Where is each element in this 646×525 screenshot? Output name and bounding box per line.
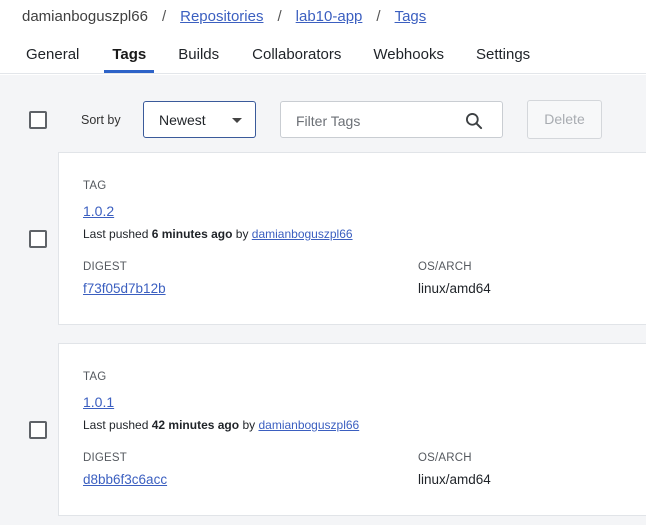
tab-general[interactable]: General bbox=[26, 36, 79, 74]
tab-collaborators[interactable]: Collaborators bbox=[252, 36, 341, 74]
sort-select[interactable]: Newest bbox=[143, 101, 256, 138]
breadcrumb-repo-link[interactable]: lab10-app bbox=[296, 8, 363, 25]
tag-column-label: TAG bbox=[83, 371, 107, 383]
last-pushed-info: Last pushed 42 minutes ago by damianbogu… bbox=[83, 418, 359, 432]
tab-builds[interactable]: Builds bbox=[178, 36, 219, 74]
chevron-down-icon bbox=[232, 118, 242, 123]
breadcrumb: damianboguszpl66 / Repositories / lab10-… bbox=[22, 6, 426, 26]
tag-name-link[interactable]: 1.0.1 bbox=[83, 394, 114, 410]
pushed-user-link[interactable]: damianboguszpl66 bbox=[252, 227, 353, 241]
sort-label: Sort by bbox=[81, 113, 121, 127]
digest-label: DIGEST bbox=[83, 452, 128, 464]
os-arch-value: linux/amd64 bbox=[418, 472, 491, 487]
pushed-time: 42 minutes ago bbox=[151, 418, 240, 432]
tab-bar: General Tags Builds Collaborators Webhoo… bbox=[0, 36, 646, 74]
tab-settings[interactable]: Settings bbox=[476, 36, 530, 74]
tab-tags[interactable]: Tags bbox=[104, 36, 155, 74]
breadcrumb-repositories-link[interactable]: Repositories bbox=[180, 8, 263, 25]
pushed-time: 6 minutes ago bbox=[151, 227, 233, 241]
filter-tags-input[interactable] bbox=[296, 111, 456, 131]
digest-link[interactable]: d8bb6f3c6acc bbox=[83, 472, 167, 487]
filter-tags-field[interactable] bbox=[280, 101, 503, 138]
tag-card: TAG 1.0.1 Last pushed 42 minutes ago by … bbox=[58, 343, 646, 516]
pushed-by: by bbox=[242, 418, 256, 432]
select-all-checkbox[interactable] bbox=[29, 111, 47, 129]
last-pushed-info: Last pushed 6 minutes ago by damianbogus… bbox=[83, 227, 353, 241]
tag-card: TAG 1.0.2 Last pushed 6 minutes ago by d… bbox=[58, 152, 646, 325]
tag-row-checkbox[interactable] bbox=[29, 230, 47, 248]
pushed-by: by bbox=[235, 227, 249, 241]
tag-name-link[interactable]: 1.0.2 bbox=[83, 203, 114, 219]
breadcrumb-user: damianboguszpl66 bbox=[22, 7, 148, 25]
sort-value: Newest bbox=[159, 112, 206, 128]
digest-label: DIGEST bbox=[83, 261, 128, 273]
breadcrumb-separator: / bbox=[277, 7, 282, 25]
tab-webhooks[interactable]: Webhooks bbox=[373, 36, 444, 74]
tags-panel: Sort by Newest Delete TAG 1.0.2 Last pus… bbox=[0, 75, 646, 525]
search-icon[interactable] bbox=[464, 111, 484, 131]
digest-link[interactable]: f73f05d7b12b bbox=[83, 281, 166, 296]
pushed-user-link[interactable]: damianboguszpl66 bbox=[258, 418, 359, 432]
pushed-prefix: Last pushed bbox=[83, 227, 149, 241]
breadcrumb-separator: / bbox=[161, 7, 167, 25]
tag-row-checkbox[interactable] bbox=[29, 421, 47, 439]
breadcrumb-tags-link[interactable]: Tags bbox=[395, 8, 427, 25]
os-arch-label: OS/ARCH bbox=[418, 261, 472, 273]
delete-button[interactable]: Delete bbox=[527, 100, 602, 139]
os-arch-label: OS/ARCH bbox=[418, 452, 472, 464]
breadcrumb-separator: / bbox=[376, 7, 381, 25]
os-arch-value: linux/amd64 bbox=[418, 281, 491, 296]
tag-column-label: TAG bbox=[83, 180, 107, 192]
pushed-prefix: Last pushed bbox=[83, 418, 149, 432]
